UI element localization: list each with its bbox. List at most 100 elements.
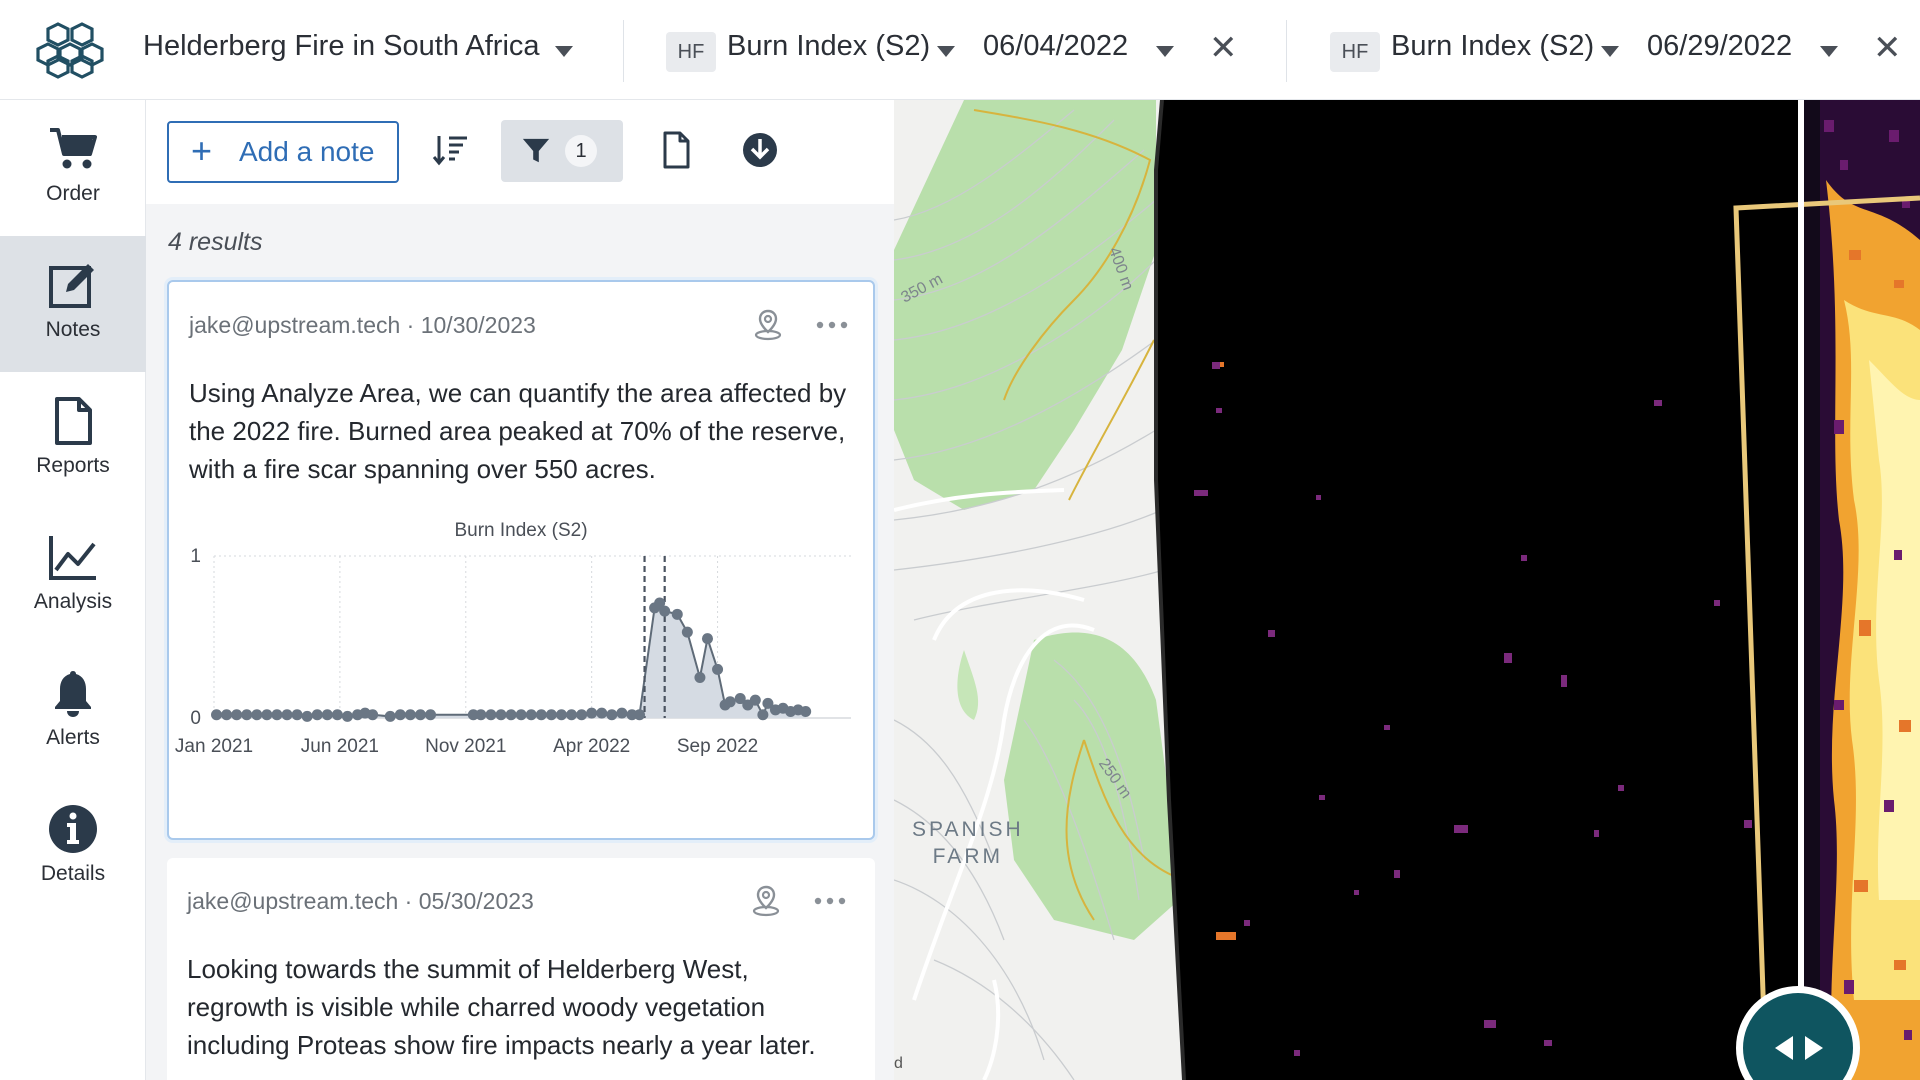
swipe-arrows-icon <box>1775 1036 1823 1060</box>
map-view[interactable]: 350 m 400 m 250 m SPANISH FARM d <box>894 100 1920 1080</box>
rail-item-reports[interactable]: Reports <box>0 372 146 508</box>
data-point <box>414 709 426 721</box>
top-bar: Helderberg Fire in South Africa HF Burn … <box>0 0 1920 100</box>
map-canvas[interactable] <box>894 100 1920 1080</box>
add-note-label: Add a note <box>239 136 375 167</box>
left-date-select[interactable]: 06/04/2022 <box>983 30 1128 63</box>
chart-title: Burn Index (S2) <box>454 520 587 541</box>
x-tick-label: Jan 2021 <box>175 736 253 757</box>
divider <box>623 20 624 82</box>
x-tick-label: Sep 2022 <box>677 736 758 757</box>
cart-icon <box>50 128 97 169</box>
data-point <box>586 707 598 719</box>
data-point <box>341 710 353 722</box>
note-meta: jake@upstream.tech · 10/30/2023 <box>189 312 536 338</box>
data-point <box>659 605 671 617</box>
data-point <box>505 709 517 721</box>
data-point <box>495 709 507 721</box>
data-point <box>701 633 713 645</box>
left-layer-chevron-down-icon[interactable] <box>937 46 955 57</box>
swipe-divider[interactable] <box>1798 100 1804 1080</box>
data-point <box>475 709 487 721</box>
place-label: SPANISH FARM <box>912 816 1024 870</box>
edit-note-icon <box>49 264 94 308</box>
location-pin-icon[interactable] <box>751 308 785 342</box>
data-point <box>749 694 761 706</box>
add-note-button[interactable]: + Add a note <box>167 121 399 183</box>
data-point <box>321 709 333 721</box>
note-text: Using Analyze Area, we can quantify the … <box>189 378 847 484</box>
more-options-icon[interactable] <box>815 320 849 330</box>
right-date-select[interactable]: 06/29/2022 <box>1647 30 1792 63</box>
right-layer-chevron-down-icon[interactable] <box>1601 46 1619 57</box>
data-point <box>404 709 416 721</box>
rail-item-analysis[interactable]: Analysis <box>0 508 146 644</box>
data-point <box>681 626 693 638</box>
results-count: 4 results <box>168 228 263 256</box>
left-layer-select[interactable]: Burn Index (S2) <box>727 30 930 63</box>
data-point <box>545 709 557 721</box>
right-layer-close-icon[interactable]: ✕ <box>1873 28 1902 68</box>
download-icon[interactable] <box>740 130 780 170</box>
data-point <box>394 709 406 721</box>
left-layer-close-icon[interactable]: ✕ <box>1209 28 1238 68</box>
burn-index-chart: Burn Index (S2) Jan 2021 Jun 2021 Nov 2021 A… <box>169 520 873 820</box>
data-point <box>271 709 283 721</box>
rail-item-details[interactable]: Details <box>0 780 146 916</box>
right-layer-select[interactable]: Burn Index (S2) <box>1391 30 1594 63</box>
data-point <box>566 709 578 721</box>
x-tick-label: Jun 2021 <box>301 736 379 757</box>
rail-label: Reports <box>36 454 110 477</box>
data-point <box>261 709 273 721</box>
data-point <box>694 672 706 683</box>
filter-button[interactable]: 1 <box>501 120 623 182</box>
data-point <box>231 709 243 721</box>
filter-count-badge: 1 <box>565 135 597 167</box>
series-area <box>216 603 806 718</box>
place-label-line: SPANISH <box>912 818 1024 841</box>
data-point <box>596 707 608 719</box>
rail-item-order[interactable]: Order <box>0 100 146 236</box>
plus-icon: + <box>191 130 213 171</box>
location-pin-icon[interactable] <box>749 884 783 918</box>
filter-icon <box>522 138 550 163</box>
data-point <box>211 709 223 721</box>
project-chevron-down-icon[interactable] <box>555 46 573 57</box>
data-point <box>291 709 303 721</box>
rail-label: Details <box>40 862 106 885</box>
note-card[interactable]: jake@upstream.tech · 10/30/2023 Using An… <box>167 280 875 840</box>
data-point <box>800 706 812 718</box>
data-point <box>241 709 253 721</box>
right-layer-badge: HF <box>1330 32 1380 72</box>
more-options-icon[interactable] <box>813 896 847 906</box>
divider <box>1286 20 1287 82</box>
data-point <box>576 709 588 721</box>
rail-label: Order <box>46 182 100 205</box>
sort-icon[interactable] <box>431 130 471 170</box>
data-point <box>485 709 497 721</box>
rail-item-notes[interactable]: Notes <box>0 236 146 372</box>
data-point <box>757 709 769 721</box>
x-tick-label: Nov 2021 <box>425 736 506 757</box>
map-attribution[interactable]: d <box>894 1055 903 1073</box>
data-point <box>535 709 547 721</box>
data-point <box>634 709 646 721</box>
data-point <box>301 710 313 722</box>
info-icon <box>49 805 97 853</box>
bell-icon <box>55 671 91 717</box>
data-point <box>515 709 527 721</box>
chart-svg: Burn Index (S2) Jan 2021 Jun 2021 Nov 2021 A… <box>175 520 851 757</box>
data-point <box>281 709 293 721</box>
notes-toolbar: + Add a note 1 <box>146 100 894 204</box>
data-point <box>331 709 343 721</box>
data-point <box>616 707 628 719</box>
rail-item-alerts[interactable]: Alerts <box>0 644 146 780</box>
document-icon[interactable] <box>656 130 696 170</box>
right-date-chevron-down-icon[interactable] <box>1820 46 1838 57</box>
note-card[interactable]: jake@upstream.tech · 05/30/2023 Looking … <box>167 858 875 1080</box>
line-chart-icon <box>49 536 96 580</box>
left-date-chevron-down-icon[interactable] <box>1156 46 1174 57</box>
hexagon-logo-icon[interactable] <box>36 20 108 80</box>
x-tick-label: Apr 2022 <box>553 736 630 757</box>
project-title[interactable]: Helderberg Fire in South Africa <box>143 30 540 63</box>
